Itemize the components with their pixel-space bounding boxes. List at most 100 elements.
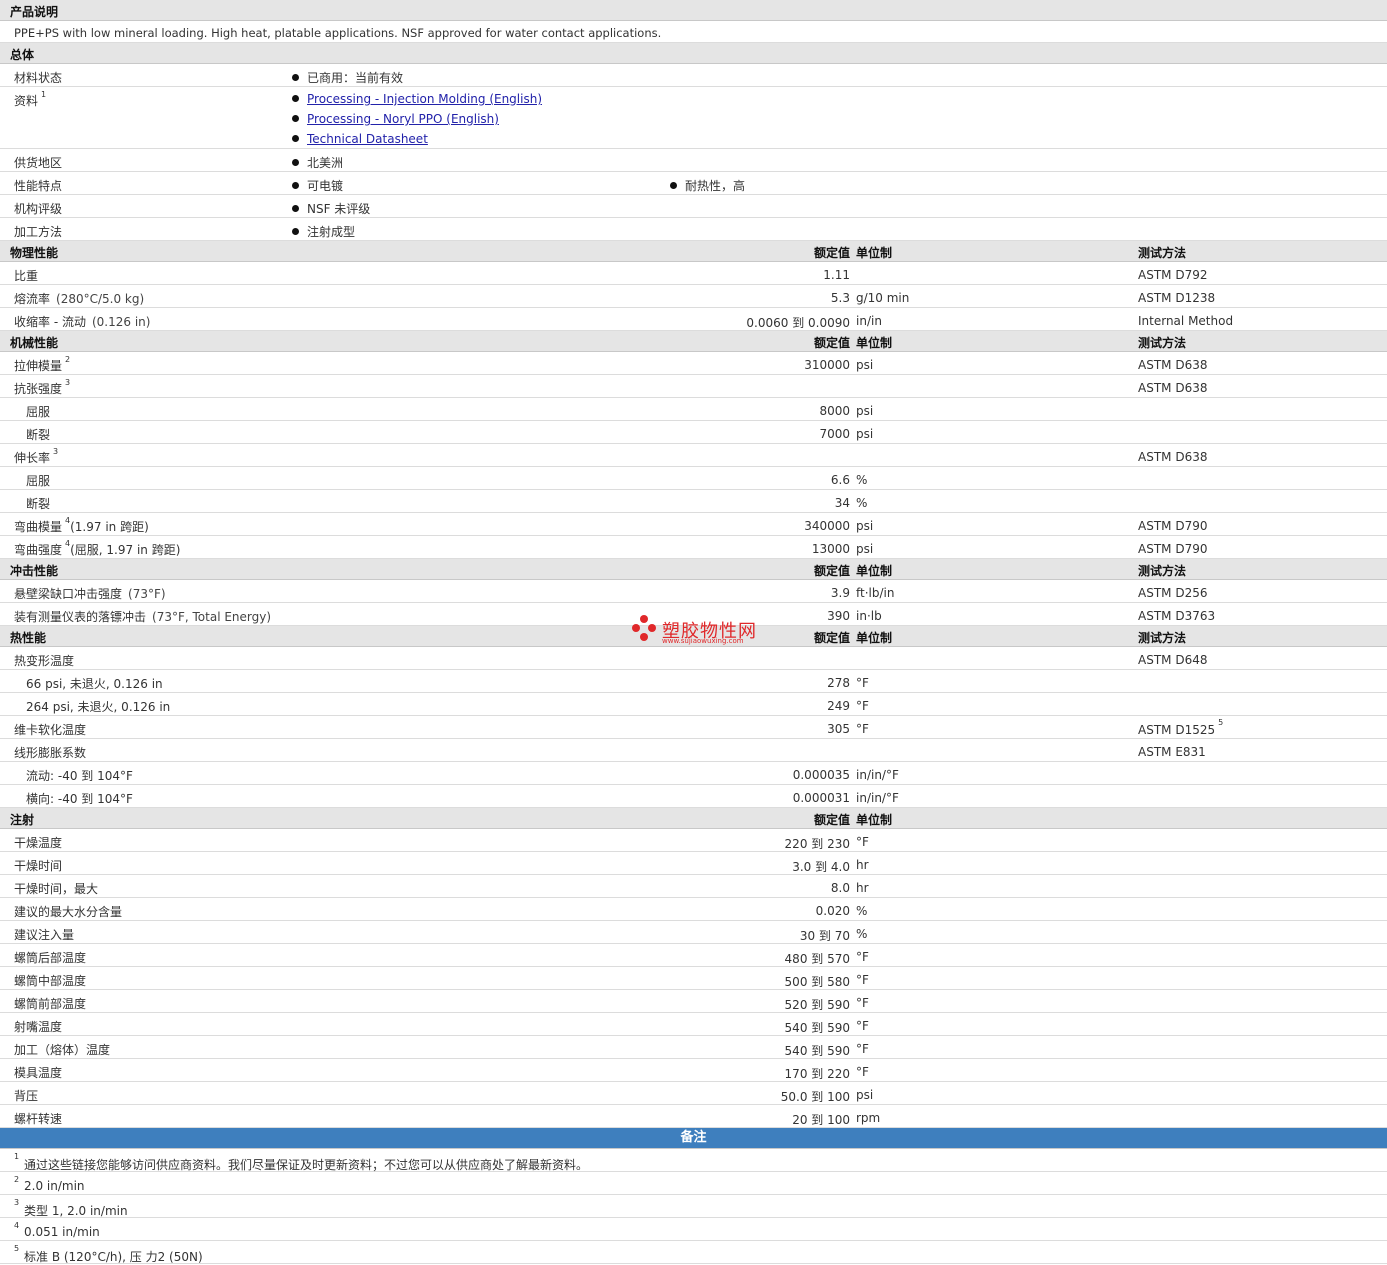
row-label: 建议注入量	[14, 928, 75, 942]
col-unit: 单位制	[856, 813, 893, 827]
row-method: ASTM D648	[1138, 653, 1208, 667]
row-value: 170 到 220	[784, 1067, 850, 1081]
property-row: 熔流率 (280°C/5.0 kg) 5.3 g/10 min ASTM D123…	[0, 285, 1387, 308]
property-subrow: 断裂 7000 psi	[0, 421, 1387, 444]
bullet-item: NSF 未评级	[292, 200, 370, 217]
doc-link-item[interactable]: Processing - Noryl PPO (English)	[292, 112, 499, 126]
row-unit: rpm	[856, 1111, 881, 1125]
row-value: 249	[827, 699, 850, 713]
note-number: 2	[14, 1175, 20, 1184]
row-label: 断裂	[26, 497, 51, 511]
row-unit: °F	[856, 950, 869, 964]
row-label: 维卡软化温度	[14, 723, 87, 737]
section-header-impact: 冲击性能 额定值 单位制 测试方法	[0, 559, 1387, 580]
property-subrow: 264 psi, 未退火, 0.126 in 249 °F	[0, 693, 1387, 716]
row-unit: °F	[856, 676, 869, 690]
row-label: 线形膨胀系数	[14, 746, 87, 760]
row-label: 装有测量仪表的落镖冲击 (73°F, Total Energy)	[14, 610, 272, 624]
row-value: 50.0 到 100	[780, 1090, 850, 1104]
section-title: 注射	[10, 813, 35, 827]
section-title: 产品说明	[10, 5, 59, 19]
row-method: ASTM D792	[1138, 268, 1208, 282]
row-label: 干燥时间，最大	[14, 882, 99, 896]
property-row: 抗张强度 3 ASTM D638	[0, 375, 1387, 398]
row-value: 3.9	[830, 586, 850, 600]
row-value: 7000	[819, 427, 850, 441]
row-value: 540 到 590	[784, 1021, 850, 1035]
row-value: 390	[827, 609, 850, 623]
bullet-icon	[292, 74, 299, 81]
row-label: 屈服	[26, 405, 51, 419]
injection-rows: 干燥温度 220 到 230 °F 干燥时间 3.0 到 4.0 hr 干燥时间，最大 8.0…	[0, 829, 1387, 1128]
description-row: PPE+PS with low mineral loading. High he…	[0, 21, 1387, 43]
row-label: 材料状态	[14, 71, 63, 85]
doc-link-item[interactable]: Technical Datasheet	[292, 132, 428, 146]
section-title: 物理性能	[10, 246, 59, 260]
injection-row: 干燥时间 3.0 到 4.0 hr	[0, 852, 1387, 875]
row-label: 建议的最大水分含量	[14, 905, 123, 919]
col-unit: 单位制	[856, 564, 893, 578]
row-value: 540 到 590	[784, 1044, 850, 1058]
row-value: 0.000031	[792, 791, 850, 805]
notes-list: 1 通过这些链接您能够访问供应商资料。我们尽量保证及时更新资料；不过您可以从供应商…	[0, 1149, 1387, 1264]
doc-link-item[interactable]: Processing - Injection Molding (English)	[292, 92, 542, 106]
note-item: 4 0.051 in/min	[0, 1218, 1387, 1241]
section-title: 冲击性能	[10, 564, 59, 578]
note-text: 标准 B (120°C/h), 压 力2 (50N)	[24, 1250, 203, 1264]
row-label: 热变形温度	[14, 654, 75, 668]
bullet-icon	[670, 182, 677, 189]
injection-row: 建议注入量 30 到 70%	[0, 921, 1387, 944]
row-value: 220 到 230	[784, 837, 850, 851]
row-label: 机构评级	[14, 202, 63, 216]
row-unit: %	[856, 904, 868, 918]
doc-link-injection-molding[interactable]: Processing - Injection Molding (English)	[307, 92, 542, 106]
row-value: 20 到 100	[792, 1113, 850, 1127]
row-unit: hr	[856, 858, 869, 872]
property-row: 线形膨胀系数 ASTM E831	[0, 739, 1387, 762]
doc-link-noryl-ppo[interactable]: Processing - Noryl PPO (English)	[307, 112, 499, 126]
note-item: 2 2.0 in/min	[0, 1172, 1387, 1195]
row-label: 螺筒后部温度	[14, 951, 87, 965]
bullet-icon	[292, 115, 299, 122]
note-number: 3	[14, 1198, 20, 1207]
property-row: 维卡软化温度 305 °F ASTM D15255	[0, 716, 1387, 739]
note-text: 类型 1, 2.0 in/min	[24, 1204, 128, 1218]
bullet-icon	[292, 228, 299, 235]
row-value: 500 到 580	[784, 975, 850, 989]
section-header-description: 产品说明	[0, 0, 1387, 21]
row-label: 收缩率 - 流动 (0.126 in)	[14, 315, 151, 329]
property-subrow: 屈服 8000 psi	[0, 398, 1387, 421]
doc-link-technical-datasheet[interactable]: Technical Datasheet	[307, 132, 428, 146]
row-unit: hr	[856, 881, 869, 895]
row-label: 螺杆转速	[14, 1112, 63, 1126]
injection-row: 建议的最大水分含量 0.020%	[0, 898, 1387, 921]
row-label: 横向: -40 到 104°F	[26, 792, 133, 806]
row-method: ASTM D638	[1138, 358, 1208, 372]
note-item: 3 类型 1, 2.0 in/min	[0, 1195, 1387, 1218]
row-value: 278	[827, 676, 850, 690]
property-subrow: 流动: -40 到 104°F 0.000035 in/in/°F	[0, 762, 1387, 785]
row-label: 断裂	[26, 428, 51, 442]
note-item: 1 通过这些链接您能够访问供应商资料。我们尽量保证及时更新资料；不过您可以从供应商…	[0, 1149, 1387, 1172]
row-label: 干燥温度	[14, 836, 63, 850]
row-unit: psi	[856, 519, 874, 533]
col-unit: 单位制	[856, 631, 893, 645]
property-subrow: 屈服 6.6 %	[0, 467, 1387, 490]
bullet-icon	[292, 135, 299, 142]
row-value: 34	[834, 496, 850, 510]
bullet-item: 已商用：当前有效	[292, 69, 403, 86]
property-row: 悬壁梁缺口冲击强度 (73°F) 3.9 ft·lb/in ASTM D256	[0, 580, 1387, 603]
row-value: 6.6	[830, 473, 850, 487]
row-label: 加工方法	[14, 225, 63, 239]
row-value: 5.3	[830, 291, 850, 305]
row-value: 13000	[811, 542, 850, 556]
property-row: 弯曲强度 4(屈服, 1.97 in 跨距) 13000 psi ASTM D79…	[0, 536, 1387, 559]
row-unit: in/in	[856, 314, 882, 328]
col-method: 测试方法	[1138, 631, 1187, 645]
section-title: 机械性能	[10, 336, 59, 350]
row-label: 螺筒前部温度	[14, 997, 87, 1011]
row-label: 射嘴温度	[14, 1020, 63, 1034]
note-text: 通过这些链接您能够访问供应商资料。我们尽量保证及时更新资料；不过您可以从供应商处…	[24, 1158, 589, 1172]
property-row: 拉伸模量 2 310000 psi ASTM D638	[0, 352, 1387, 375]
row-method: ASTM D3763	[1138, 609, 1216, 623]
